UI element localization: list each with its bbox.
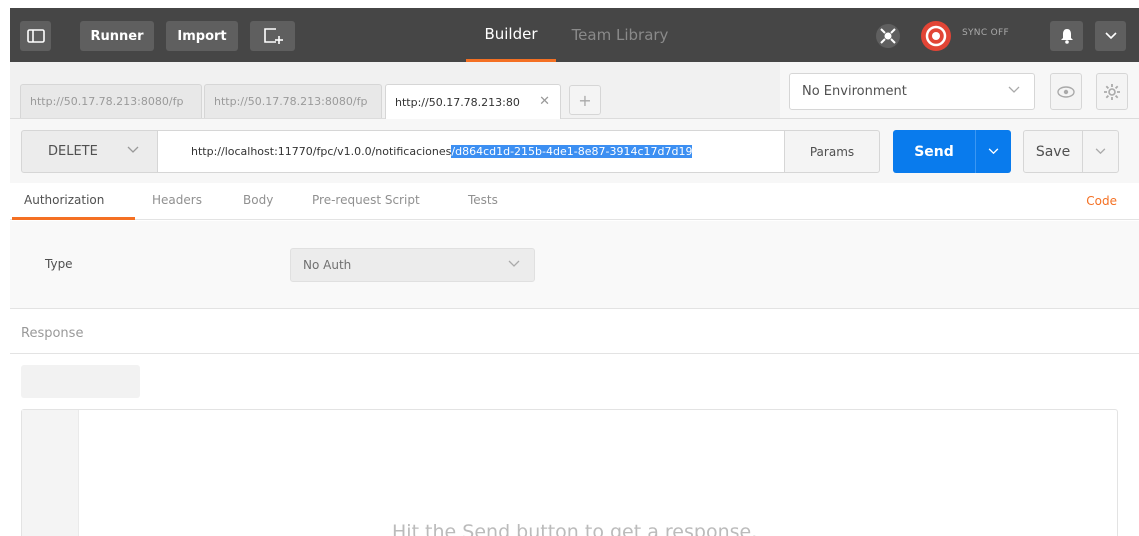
line-number-gutter (22, 410, 79, 536)
save-button-label: Save (1035, 143, 1071, 160)
environment-select[interactable]: No Environment (789, 73, 1035, 110)
generate-code-link[interactable]: Code (1086, 194, 1117, 208)
tab-authorization[interactable]: Authorization (24, 193, 104, 207)
chevron-down-icon (1104, 32, 1117, 40)
send-button[interactable]: Send (893, 130, 1011, 173)
send-button-label: Send (914, 143, 954, 160)
request-tab[interactable]: http://50.17.78.213:8080/fp (204, 84, 382, 118)
method-select[interactable]: DELETE (21, 130, 158, 173)
request-tab-label: http://50.17.78.213:80 (395, 95, 520, 109)
tab-headers[interactable]: Headers (152, 193, 202, 207)
empty-response-hint: Hit the Send button to get a response. (392, 521, 758, 536)
request-tab[interactable]: http://50.17.78.213:8080/fp (20, 84, 202, 118)
import-button[interactable]: Import (166, 21, 238, 51)
quick-look-button[interactable] (1050, 73, 1082, 110)
response-header: Response (10, 310, 1139, 354)
auth-type-selected: No Auth (303, 258, 352, 272)
send-options-button[interactable] (975, 130, 1011, 173)
bell-icon (1060, 29, 1073, 44)
tab-pre-request-script[interactable]: Pre-request Script (312, 193, 420, 207)
chevron-down-icon (508, 257, 520, 274)
sync-status-label: SYNC OFF (962, 28, 1009, 38)
save-button[interactable]: Save (1023, 130, 1119, 173)
satellite-icon (876, 24, 900, 48)
tab-body[interactable]: Body (243, 193, 273, 207)
new-window-button[interactable] (250, 21, 295, 51)
sync-status-button[interactable] (920, 20, 952, 52)
save-options-button[interactable] (1082, 131, 1118, 172)
close-icon[interactable]: ✕ (539, 94, 550, 109)
url-input[interactable]: http://localhost:11770/fpc/v1.0.0/notifi… (158, 130, 784, 173)
chevron-down-icon (1095, 148, 1106, 155)
manage-environments-button[interactable] (1096, 73, 1128, 110)
interceptor-button[interactable] (872, 21, 904, 51)
sidebar-icon (26, 29, 45, 43)
add-tab-button[interactable]: + (569, 85, 601, 115)
url-base-text: http://localhost:11770/fpc/v1.0.0/notifi… (191, 145, 452, 158)
auth-type-label: Type (45, 257, 73, 271)
notifications-button[interactable] (1050, 21, 1083, 51)
url-selected-text: /d864cd1d-215b-4de1-8e87-3914c17d7d19 (451, 145, 693, 158)
account-menu-button[interactable] (1095, 21, 1126, 51)
top-app-bar: Runner Import Builder Team Library SYNC … (10, 8, 1139, 62)
environment-selected-label: No Environment (802, 84, 907, 99)
response-meta-placeholder (21, 365, 140, 398)
environment-area: No Environment (780, 62, 1139, 119)
active-tab-indicator (12, 217, 135, 220)
gear-icon (1104, 83, 1120, 100)
chevron-down-icon (127, 143, 139, 161)
runner-button[interactable]: Runner (80, 21, 154, 51)
chevron-down-icon (988, 148, 999, 155)
request-tab-label: http://50.17.78.213:8080/fp (214, 95, 368, 108)
request-url-bar: DELETE http://localhost:11770/fpc/v1.0.0… (10, 119, 1139, 183)
tab-builder[interactable]: Builder (466, 8, 556, 62)
tab-team-library[interactable]: Team Library (560, 8, 680, 62)
auth-type-select[interactable]: No Auth (290, 248, 535, 282)
tab-tests[interactable]: Tests (468, 193, 498, 207)
sync-off-icon (921, 21, 951, 51)
request-tab-active[interactable]: http://50.17.78.213:80 ✕ (385, 84, 561, 119)
method-label: DELETE (48, 144, 98, 159)
response-viewer: Hit the Send button to get a response. (21, 409, 1118, 536)
new-window-icon (263, 28, 283, 44)
response-title: Response (21, 326, 84, 341)
request-tab-label: http://50.17.78.213:8080/fp (30, 95, 184, 108)
request-section-tabs: Authorization Headers Body Pre-request S… (10, 183, 1139, 220)
sidebar-toggle-button[interactable] (20, 21, 51, 51)
params-button[interactable]: Params (784, 130, 880, 173)
request-tabs-bar: http://50.17.78.213:8080/fp http://50.17… (10, 62, 780, 119)
authorization-panel: Type No Auth (10, 221, 1139, 309)
eye-icon (1057, 85, 1075, 98)
response-panel: Hit the Send button to get a response. (10, 355, 1139, 536)
chevron-down-icon (1008, 83, 1020, 101)
